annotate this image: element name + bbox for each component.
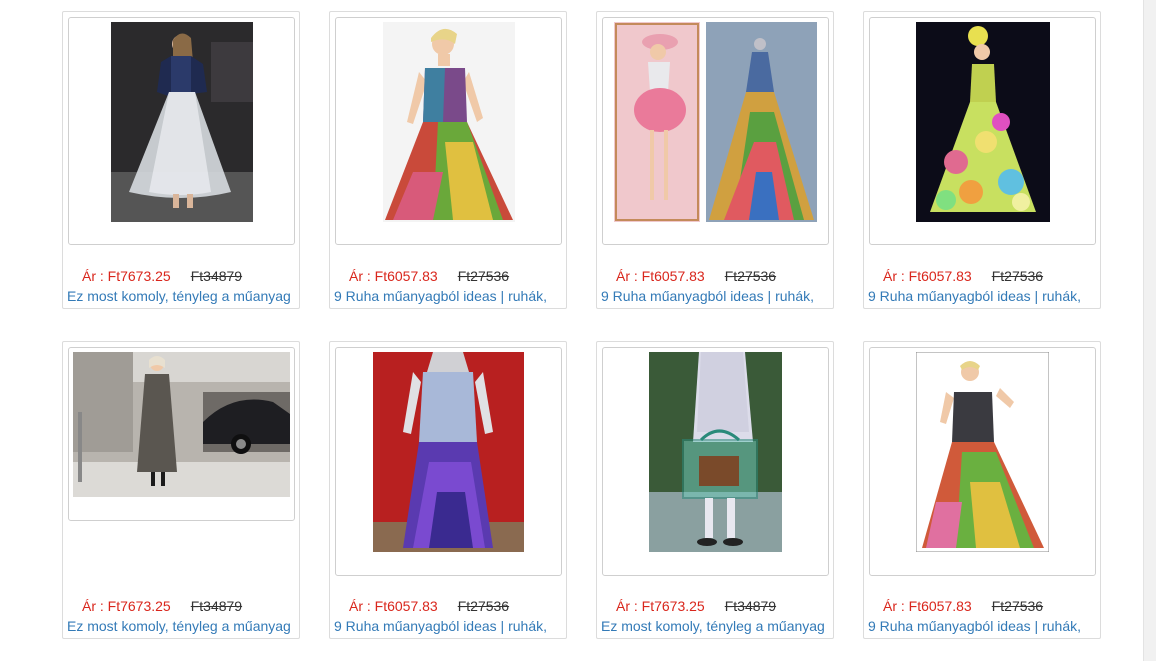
product-image[interactable] [915,22,1050,222]
current-price: Ár : Ft6057.83 [883,268,972,284]
price-line: Ár : Ft6057.83 Ft27536 [349,268,509,284]
product-card[interactable]: Ár : Ft6057.83 Ft27536 9 Ruha műanyagból … [596,11,834,309]
product-image-frame[interactable] [869,17,1096,245]
price-line: Ár : Ft7673.25 Ft34879 [82,598,242,614]
product-card[interactable]: Ár : Ft6057.83 Ft27536 9 Ruha műanyagból … [329,341,567,639]
current-price: Ár : Ft7673.25 [616,598,705,614]
product-card[interactable]: Ár : Ft7673.25 Ft34879 Ez most komoly, té… [62,11,300,309]
product-image-frame[interactable] [602,17,829,245]
product-image[interactable] [614,22,817,222]
old-price: Ft34879 [190,598,243,614]
product-image[interactable] [110,22,253,222]
product-title-link[interactable]: Ez most komoly, tényleg a műanyag [601,618,833,634]
old-price: Ft27536 [991,598,1044,614]
old-price: Ft27536 [724,268,777,284]
old-price: Ft34879 [724,598,777,614]
old-price: Ft27536 [457,598,510,614]
current-price: Ár : Ft6057.83 [349,268,438,284]
product-title-link[interactable]: Ez most komoly, tényleg a műanyag [67,288,299,304]
price-line: Ár : Ft6057.83 Ft27536 [883,268,1043,284]
product-card[interactable]: Ár : Ft6057.83 Ft27536 9 Ruha műanyagból … [863,341,1101,639]
product-card[interactable]: Ár : Ft6057.83 Ft27536 9 Ruha műanyagból … [863,11,1101,309]
product-image-frame[interactable] [68,17,295,245]
old-price: Ft27536 [991,268,1044,284]
current-price: Ár : Ft6057.83 [349,598,438,614]
price-line: Ár : Ft6057.83 Ft27536 [616,268,776,284]
old-price: Ft34879 [190,268,243,284]
product-image[interactable] [373,352,524,552]
product-card[interactable]: Ár : Ft6057.83 Ft27536 9 Ruha műanyagból … [329,11,567,309]
current-price: Ár : Ft7673.25 [82,268,171,284]
product-title-link[interactable]: 9 Ruha műanyagból ideas | ruhák, [868,618,1100,634]
product-image[interactable] [73,352,290,497]
product-image-frame[interactable] [335,347,562,576]
product-card[interactable]: Ár : Ft7673.25 Ft34879 Ez most komoly, té… [596,341,834,639]
product-title-link[interactable]: 9 Ruha műanyagból ideas | ruhák, [601,288,833,304]
current-price: Ár : Ft6057.83 [616,268,705,284]
product-card[interactable]: Ár : Ft7673.25 Ft34879 Ez most komoly, té… [62,341,300,639]
price-line: Ár : Ft7673.25 Ft34879 [82,268,242,284]
price-line: Ár : Ft6057.83 Ft27536 [349,598,509,614]
product-title-link[interactable]: 9 Ruha műanyagból ideas | ruhák, [334,618,566,634]
product-image-frame[interactable] [68,347,295,521]
current-price: Ár : Ft6057.83 [883,598,972,614]
product-row: Ár : Ft7673.25 Ft34879 Ez most komoly, té… [62,341,1142,641]
price-line: Ár : Ft6057.83 Ft27536 [883,598,1043,614]
product-image[interactable] [916,352,1049,552]
product-image-frame[interactable] [869,347,1096,576]
current-price: Ár : Ft7673.25 [82,598,171,614]
product-grid: Ár : Ft7673.25 Ft34879 Ez most komoly, té… [62,11,1142,671]
price-line: Ár : Ft7673.25 Ft34879 [616,598,776,614]
product-title-link[interactable]: 9 Ruha műanyagból ideas | ruhák, [868,288,1100,304]
product-title-link[interactable]: 9 Ruha műanyagból ideas | ruhák, [334,288,566,304]
product-image-frame[interactable] [602,347,829,576]
product-row: Ár : Ft7673.25 Ft34879 Ez most komoly, té… [62,11,1142,311]
product-image[interactable] [382,22,515,222]
page-scrollbar[interactable] [1143,0,1156,661]
product-image-frame[interactable] [335,17,562,245]
product-title-link[interactable]: Ez most komoly, tényleg a műanyag [67,618,299,634]
old-price: Ft27536 [457,268,510,284]
product-image[interactable] [649,352,782,552]
